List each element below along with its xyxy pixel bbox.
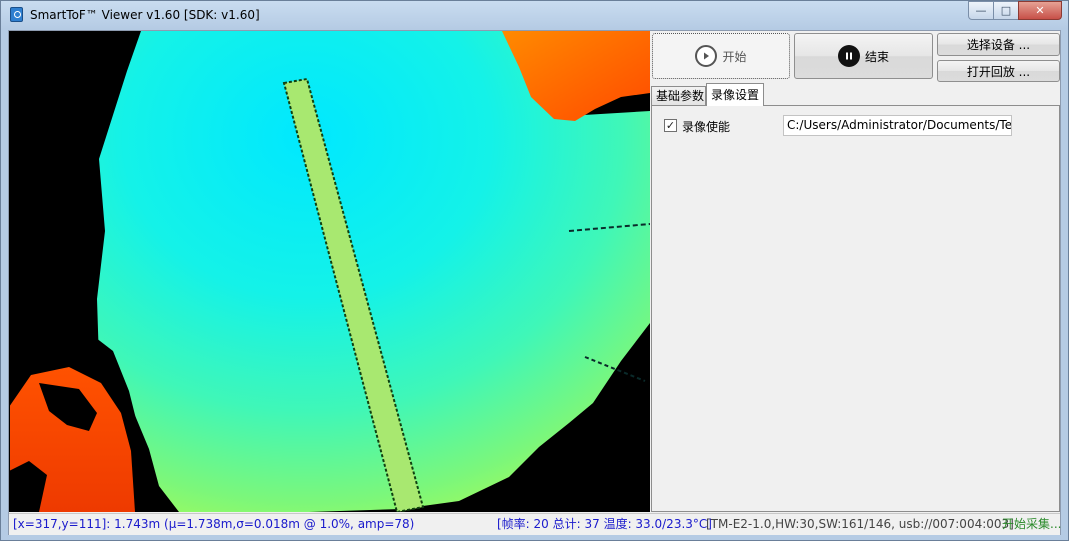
device-info: [TM-E2-1.0,HW:30,SW:161/146, usb://007:0… bbox=[706, 517, 1014, 531]
minimize-button[interactable]: — bbox=[968, 1, 994, 20]
tab-recording-settings[interactable]: 录像设置 bbox=[706, 83, 764, 106]
recording-path-input[interactable]: C:/Users/Administrator/Documents/Ter bbox=[783, 115, 1012, 136]
client-area: 开始 结束 选择设备 ... 打开回放 ... 基础参数 录像设置 ✓ 录像使能… bbox=[8, 30, 1061, 535]
minimize-icon: — bbox=[975, 4, 987, 17]
window-title: SmartToF™ Viewer v1.60 [SDK: v1.60] bbox=[30, 8, 260, 22]
cursor-info: [x=317,y=111]: 1.743m (μ=1.738m,σ=0.018m… bbox=[13, 517, 415, 531]
close-button[interactable]: ✕ bbox=[1018, 1, 1062, 20]
status-bar: [x=317,y=111]: 1.743m (μ=1.738m,σ=0.018m… bbox=[9, 513, 1062, 535]
app-icon bbox=[10, 7, 23, 22]
recording-enable-checkbox[interactable]: ✓ bbox=[664, 119, 677, 132]
pause-circle-icon bbox=[837, 45, 860, 67]
stop-button[interactable]: 结束 bbox=[794, 33, 933, 79]
title-bar[interactable]: SmartToF™ Viewer v1.60 [SDK: v1.60] — □ … bbox=[1, 1, 1068, 29]
start-button-label: 开始 bbox=[722, 49, 747, 64]
select-device-button[interactable]: 选择设备 ... bbox=[937, 33, 1060, 56]
acquisition-state: 开始采集... bbox=[1002, 517, 1062, 531]
depth-image-view[interactable] bbox=[9, 31, 650, 512]
close-icon: ✕ bbox=[1035, 4, 1045, 17]
recording-settings-page: ✓ 录像使能 C:/Users/Administrator/Documents/… bbox=[651, 105, 1060, 512]
tab-basic-params[interactable]: 基础参数 bbox=[651, 86, 706, 106]
open-playback-button[interactable]: 打开回放 ... bbox=[937, 60, 1060, 82]
app-window: SmartToF™ Viewer v1.60 [SDK: v1.60] — □ … bbox=[0, 0, 1069, 541]
depth-image bbox=[9, 31, 650, 512]
settings-tabs: 基础参数 录像设置 bbox=[651, 82, 1060, 106]
start-button[interactable]: 开始 bbox=[652, 33, 790, 79]
recording-enable-label: 录像使能 bbox=[682, 120, 731, 134]
control-panel: 开始 结束 选择设备 ... 打开回放 ... 基础参数 录像设置 ✓ 录像使能… bbox=[651, 31, 1060, 512]
frame-info: [帧率: 20 总计: 37 温度: 33.0/23.3°C] bbox=[497, 517, 712, 531]
window-controls: — □ ✕ bbox=[968, 1, 1062, 21]
play-circle-icon bbox=[695, 45, 718, 67]
maximize-button[interactable]: □ bbox=[993, 1, 1019, 20]
maximize-icon: □ bbox=[1000, 4, 1012, 17]
stop-button-label: 结束 bbox=[864, 49, 889, 64]
